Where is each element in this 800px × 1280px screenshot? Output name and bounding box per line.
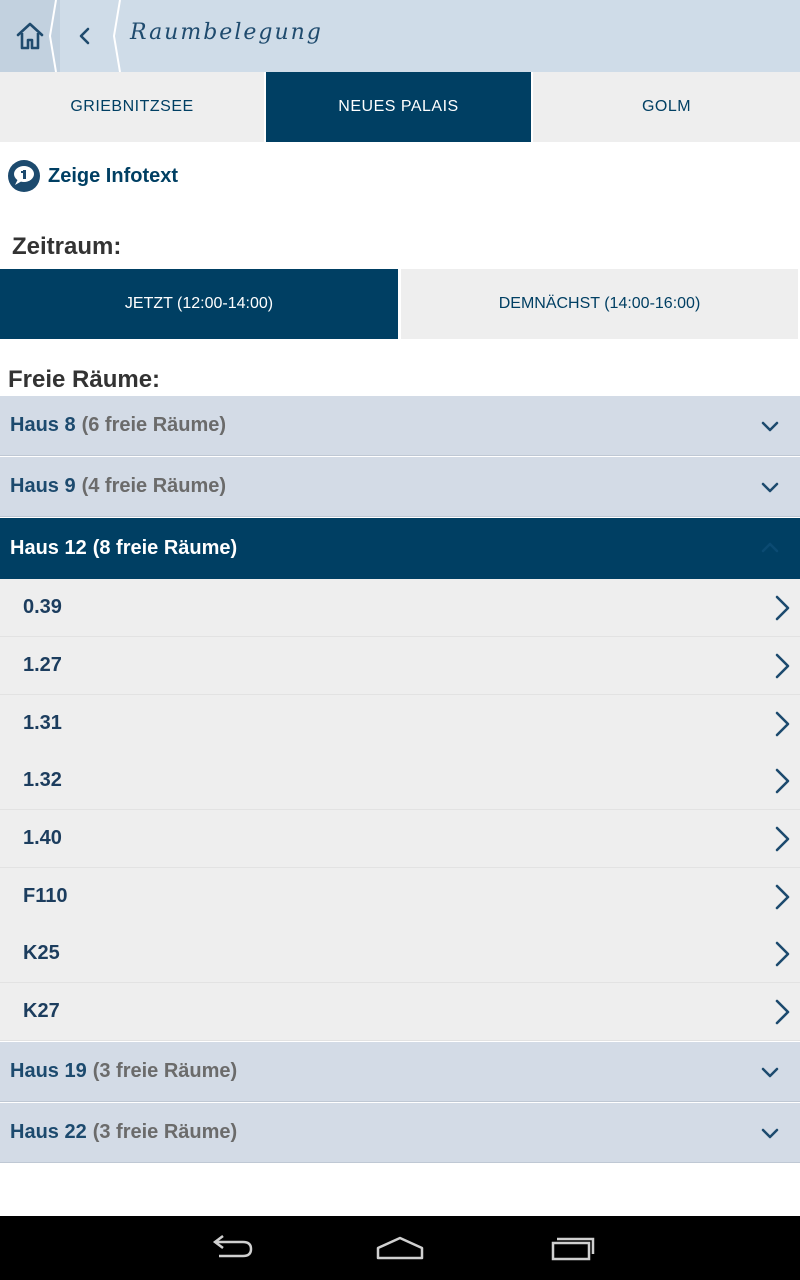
house-row-haus-12[interactable]: Haus 12 (8 freie Räume)	[0, 518, 800, 579]
show-infotext-link[interactable]: Zeige Infotext	[8, 158, 178, 194]
system-back-button[interactable]	[200, 1230, 260, 1266]
room-number: 1.32	[23, 769, 62, 791]
room-number: 1.31	[23, 712, 62, 734]
chevron-right-icon	[775, 999, 790, 1025]
recent-apps-icon	[551, 1237, 595, 1261]
room-number: 0.39	[23, 596, 62, 618]
room-item[interactable]: 0.39	[0, 579, 800, 637]
tab-now[interactable]: JETZT (12:00-14:00)	[0, 269, 398, 339]
room-item[interactable]: 1.40	[0, 810, 800, 868]
home-icon	[376, 1236, 424, 1260]
home-icon	[16, 22, 44, 50]
chevron-right-icon	[775, 595, 790, 621]
campus-tabs: GRIEBNITZSEE NEUES PALAIS GOLM	[0, 72, 800, 142]
house-name: Haus 19	[10, 1060, 87, 1082]
system-navigation-bar	[0, 1216, 800, 1280]
house-room-count: (3 freie Räume)	[92, 1060, 238, 1082]
chevron-right-icon	[775, 653, 790, 679]
infotext-label: Zeige Infotext	[48, 164, 179, 187]
room-item[interactable]: 1.27	[0, 637, 800, 695]
chevron-right-icon	[775, 768, 790, 794]
chevron-down-icon	[761, 1067, 779, 1078]
room-number: 1.27	[23, 654, 62, 676]
tab-upcoming[interactable]: DEMNÄCHST (14:00-16:00)	[401, 269, 798, 339]
house-room-count: (6 freie Räume)	[81, 414, 227, 436]
tab-griebnitzsee[interactable]: GRIEBNITZSEE	[0, 72, 264, 142]
house-name: Haus 8	[10, 414, 76, 436]
back-icon	[212, 1235, 253, 1258]
chevron-up-icon	[761, 542, 779, 553]
chevron-right-icon	[775, 941, 790, 967]
chevron-down-icon	[761, 1128, 779, 1139]
room-item[interactable]: K25	[0, 925, 800, 983]
system-recent-apps-button[interactable]	[542, 1230, 602, 1266]
tab-golm[interactable]: GOLM	[533, 72, 800, 142]
back-button[interactable]	[52, 0, 118, 72]
app-header: Raumbelegung	[0, 0, 800, 72]
free-rooms-label: Freie Räume:	[8, 366, 161, 393]
house-row-haus-9[interactable]: Haus 9 (4 freie Räume)	[0, 457, 800, 517]
chevron-right-icon	[775, 884, 790, 910]
house-row-haus-19[interactable]: Haus 19 (3 freie Räume)	[0, 1042, 800, 1102]
room-item[interactable]: K27	[0, 983, 800, 1041]
chevron-down-icon	[761, 482, 779, 493]
room-item[interactable]: 1.31	[0, 695, 800, 753]
house-room-count: (8 freie Räume)	[92, 537, 238, 559]
chevron-down-icon	[761, 421, 779, 432]
chevron-right-icon	[775, 826, 790, 852]
room-number: K27	[23, 1000, 60, 1022]
chevron-right-icon	[775, 711, 790, 737]
room-number: F110	[23, 885, 68, 907]
house-name: Haus 22	[10, 1121, 87, 1143]
room-number: 1.40	[23, 827, 62, 849]
header-separator	[112, 0, 121, 72]
page-title: Raumbelegung	[130, 20, 323, 45]
room-item[interactable]: F110	[0, 868, 800, 926]
house-room-count: (3 freie Räume)	[92, 1121, 238, 1143]
house-name: Haus 12	[10, 537, 87, 559]
info-bubble-icon	[8, 160, 40, 192]
room-number: K25	[23, 942, 60, 964]
house-room-count: (4 freie Räume)	[81, 475, 227, 497]
house-row-haus-22[interactable]: Haus 22 (3 freie Räume)	[0, 1103, 800, 1163]
system-home-button[interactable]	[370, 1230, 430, 1266]
chevron-left-icon	[79, 27, 90, 45]
timeframe-label: Zeitraum:	[12, 233, 122, 260]
room-item[interactable]: 1.32	[0, 752, 800, 810]
house-row-haus-8[interactable]: Haus 8 (6 freie Räume)	[0, 396, 800, 456]
timeframe-tabs: JETZT (12:00-14:00) DEMNÄCHST (14:00-16:…	[0, 269, 800, 339]
tab-neues-palais[interactable]: NEUES PALAIS	[266, 72, 531, 142]
house-name: Haus 9	[10, 475, 76, 497]
